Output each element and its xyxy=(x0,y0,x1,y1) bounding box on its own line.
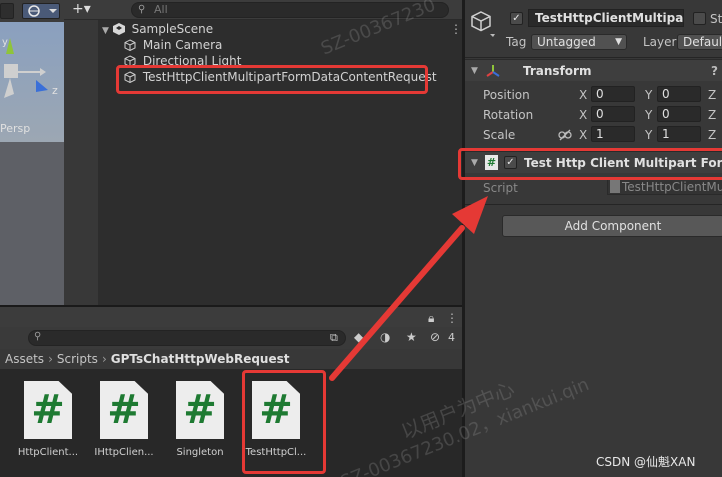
credit-text: CSDN @仙魁XAN xyxy=(596,455,696,469)
annotation-arrow-icon xyxy=(329,196,488,381)
